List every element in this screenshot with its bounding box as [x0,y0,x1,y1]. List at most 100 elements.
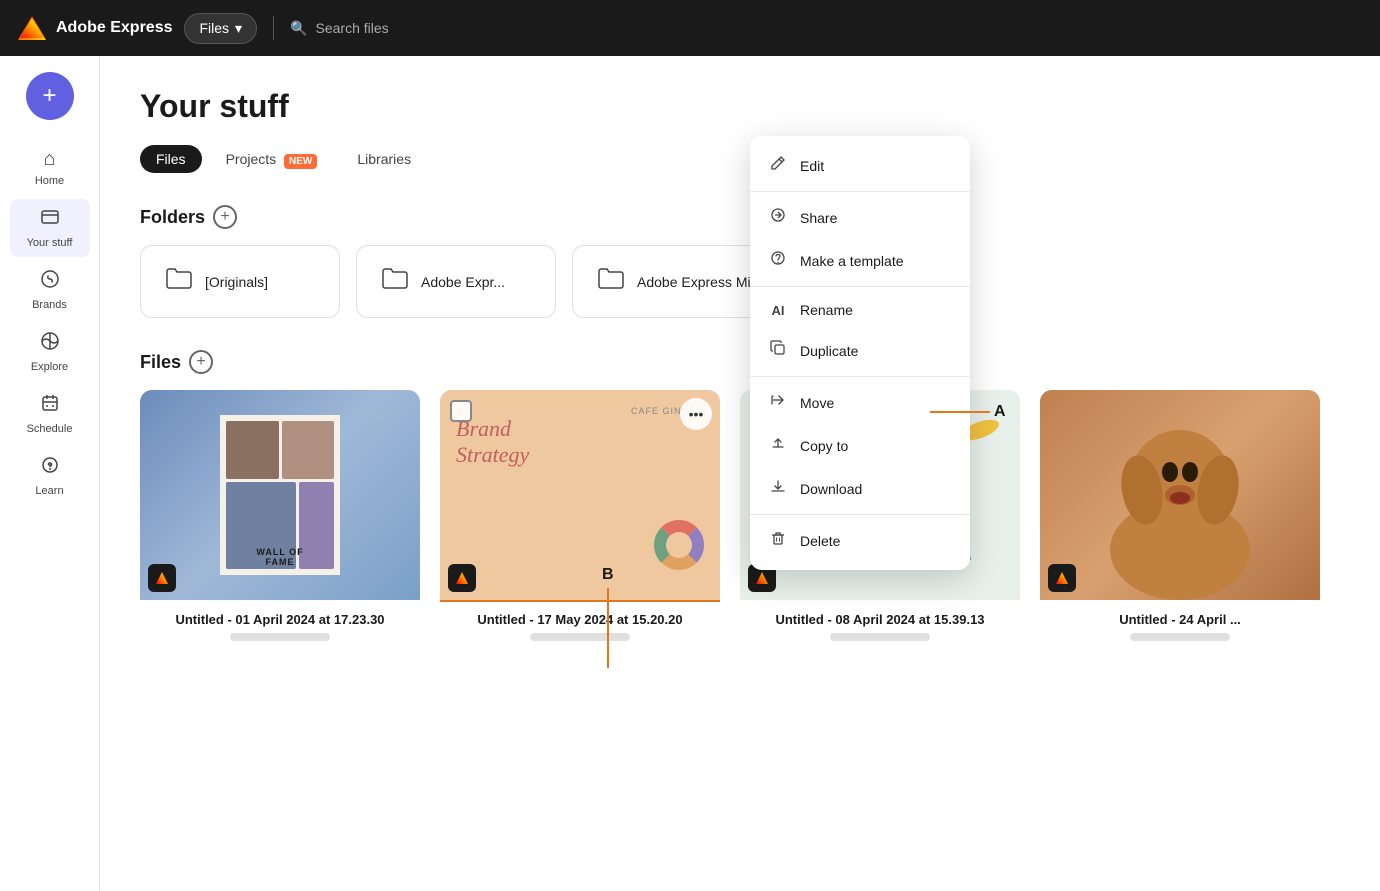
sidebar-item-learn[interactable]: Learn [10,447,90,505]
file-thumb-4 [1040,390,1320,600]
file-card-1[interactable]: WALL OFFAME Untitled - 01 April 2024 at … [140,390,420,657]
menu-share-label: Share [800,210,837,226]
menu-delete-label: Delete [800,533,840,549]
folder-adobe-expr[interactable]: Adobe Expr... [356,245,556,318]
file-card-info-2: Untitled - 17 May 2024 at 15.20.20 [440,600,720,657]
menu-item-share[interactable]: Share [750,196,970,239]
adobe-badge-4 [1048,564,1076,592]
menu-item-delete[interactable]: Delete [750,519,970,562]
schedule-icon [40,393,60,419]
search-icon: 🔍 [290,20,307,37]
tab-projects-badge: NEW [284,154,317,169]
files-section-header: Files + [140,350,1340,374]
files-grid: WALL OFFAME Untitled - 01 April 2024 at … [140,390,1340,657]
search-placeholder: Search files [316,20,389,36]
explore-icon [40,331,60,357]
plus-icon: + [42,82,56,110]
files-add-button[interactable]: + [189,350,213,374]
file-title-1: Untitled - 01 April 2024 at 17.23.30 [148,612,412,627]
menu-item-make-template[interactable]: Make a template [750,239,970,282]
file-checkbox-2[interactable] [450,400,472,422]
chevron-down-icon: ▾ [235,20,242,37]
files-dropdown[interactable]: Files ▾ [184,13,257,44]
menu-edit-label: Edit [800,158,824,174]
file-title-4: Untitled - 24 April ... [1048,612,1312,627]
move-icon [768,392,788,413]
sidebar-learn-label: Learn [35,485,63,497]
sidebar: + ⌂ Home Your stuff Brands [0,56,100,891]
brand-strategy-title: BrandStrategy [456,416,704,469]
dropdown-label: Files [199,20,229,36]
tab-projects[interactable]: Projects NEW [210,145,334,173]
sidebar-item-schedule[interactable]: Schedule [10,385,90,443]
menu-duplicate-label: Duplicate [800,343,858,359]
search-bar[interactable]: 🔍 Search files [290,20,389,37]
main-layout: + ⌂ Home Your stuff Brands [0,56,1380,891]
share-icon [768,207,788,228]
annotation-a: A [930,403,1006,421]
menu-item-duplicate[interactable]: Duplicate [750,329,970,372]
edit-icon [768,155,788,176]
tabs-bar: Files Projects NEW Libraries [140,145,1340,173]
file-menu-btn-2[interactable]: ••• [680,398,712,430]
menu-download-label: Download [800,481,862,497]
menu-item-edit[interactable]: Edit [750,144,970,187]
sidebar-brands-label: Brands [32,299,67,311]
tab-libraries[interactable]: Libraries [341,145,427,173]
plus-files-icon: + [196,353,205,371]
ellipsis-icon: ••• [689,406,704,422]
file-card-4[interactable]: Untitled - 24 April ... [1040,390,1320,657]
menu-item-copy-to[interactable]: Copy to [750,424,970,467]
page-title: Your stuff [140,88,1340,125]
sidebar-item-explore[interactable]: Explore [10,323,90,381]
file-thumb-2: CAFE GINGER BrandStrategy ••• [440,390,720,600]
brand-donut-chart [654,520,704,570]
folder-icon-3 [597,266,625,297]
folders-section-header: Folders + [140,205,1340,229]
menu-copy-to-label: Copy to [800,438,848,454]
plus-folders-icon: + [220,208,229,226]
annotation-line-b [607,588,609,668]
annotation-a-label: A [994,403,1006,421]
rename-icon: AI [768,303,788,318]
learn-icon [40,455,60,481]
tab-files-label: Files [156,151,186,167]
brand-strategy-content: CAFE GINGER BrandStrategy [440,390,720,600]
annotation-b-label: B [602,566,614,584]
sidebar-item-brands[interactable]: Brands [10,261,90,319]
menu-rename-label: Rename [800,302,853,318]
sidebar-schedule-label: Schedule [27,423,73,435]
file-subtitle-1 [230,633,330,641]
folder-adobe-expr-name: Adobe Expr... [421,274,505,290]
content-area: Your stuff Files Projects NEW Libraries … [100,56,1380,891]
home-icon: ⌂ [43,148,55,171]
folders-add-button[interactable]: + [213,205,237,229]
sidebar-explore-label: Explore [31,361,68,373]
download-icon [768,478,788,499]
adobe-logo-icon [16,12,48,44]
menu-item-rename[interactable]: AI Rename [750,291,970,329]
folder-icon-2 [381,266,409,297]
file-subtitle-4 [1130,633,1230,641]
menu-make-template-label: Make a template [800,253,904,269]
context-menu: Edit Share [750,136,970,570]
adobe-badge-2 [448,564,476,592]
delete-icon [768,530,788,551]
sidebar-item-your-stuff[interactable]: Your stuff [10,199,90,257]
your-stuff-icon [40,207,60,233]
sidebar-your-stuff-label: Your stuff [27,237,73,249]
new-button[interactable]: + [26,72,74,120]
adobe-badge-1 [148,564,176,592]
app-name-label: Adobe Express [56,19,172,37]
duplicate-icon [768,340,788,361]
folder-icon [165,266,193,297]
sidebar-item-home[interactable]: ⌂ Home [10,140,90,195]
tab-files[interactable]: Files [140,145,202,173]
menu-item-download[interactable]: Download [750,467,970,510]
app-logo[interactable]: Adobe Express [16,12,172,44]
menu-divider-3 [750,376,970,377]
file-card-2[interactable]: CAFE GINGER BrandStrategy ••• [440,390,720,657]
file-card-info-3: Untitled - 08 April 2024 at 15.39.13 [740,600,1020,657]
folder-originals[interactable]: [Originals] [140,245,340,318]
tab-libraries-label: Libraries [357,151,411,167]
